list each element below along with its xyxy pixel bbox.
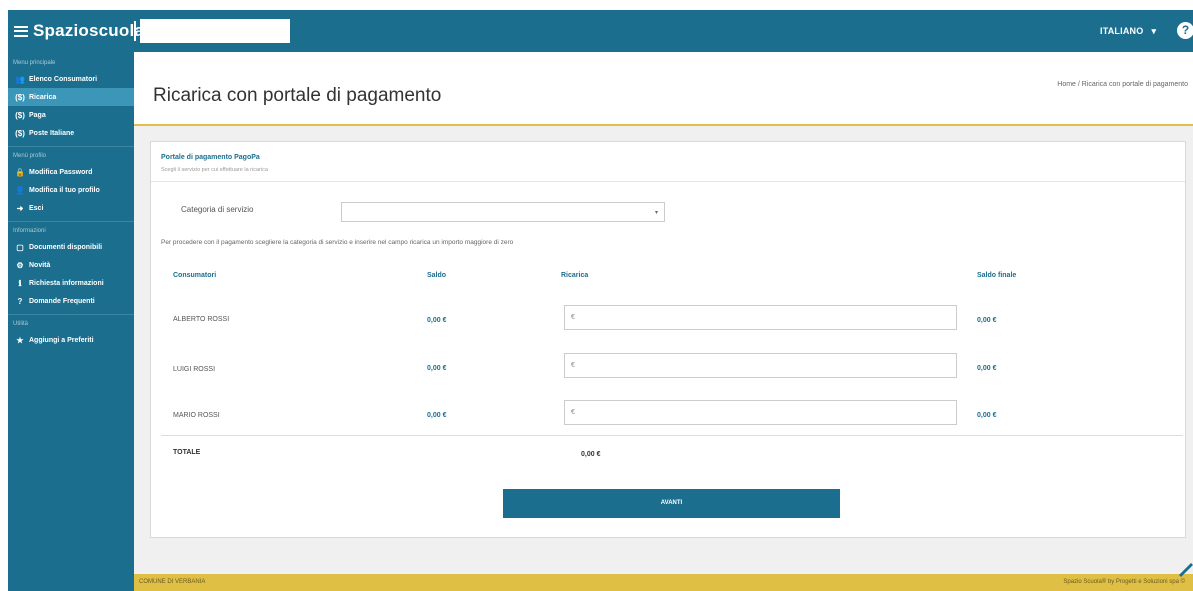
total-divider [161, 435, 1183, 436]
ricarica-input[interactable]: € [564, 305, 957, 330]
sidebar-item-label: Novità [29, 261, 51, 269]
consumer-saldo-finale: 0,00 € [977, 365, 997, 372]
caret-down-icon: ▾ [1146, 26, 1157, 36]
currency-symbol: € [571, 314, 575, 321]
language-label: ITALIANO [1100, 26, 1144, 36]
currency-symbol: € [571, 409, 575, 416]
sidebar-item-poste-italiane[interactable]: ($) Poste Italiane [8, 124, 134, 142]
column-header-saldo-finale: Saldo finale [977, 272, 1017, 279]
school-name-field[interactable] [140, 19, 290, 43]
consumer-saldo-finale: 0,00 € [977, 317, 997, 324]
payment-panel: Portale di pagamento PagoPa Scegli il se… [150, 141, 1186, 538]
top-bar: Spazioscuola ITALIANO ▾ ? [8, 10, 1193, 52]
sidebar: Menu principale 👥 Elenco Consumatori ($) R… [8, 52, 134, 591]
sidebar-item-label: Aggiungi a Preferiti [29, 336, 94, 344]
sidebar-item-ricarica[interactable]: ($) Ricarica [8, 88, 134, 106]
money-icon: ($) [15, 92, 25, 102]
column-header-ricarica: Ricarica [561, 272, 589, 279]
select-arrow-icon: ▾ [654, 210, 658, 216]
avanti-button[interactable]: AVANTI [503, 489, 840, 518]
sidebar-item-label: Richiesta informazioni [29, 279, 104, 287]
breadcrumb[interactable]: Home / Ricarica con portale di pagamento [1057, 81, 1188, 88]
app-frame: Spazioscuola ITALIANO ▾ ? Menu principal… [8, 10, 1193, 591]
sidebar-item-domande-frequenti[interactable]: ? Domande Frequenti [8, 292, 134, 310]
sidebar-section-title: Menu principale [13, 60, 56, 66]
star-icon: ★ [16, 335, 24, 345]
language-selector[interactable]: ITALIANO ▾ [1100, 26, 1156, 37]
help-icon[interactable]: ? [1177, 22, 1193, 39]
brand-name: Spazioscuola [33, 21, 145, 40]
footer-left-text: COMUNE DI VERBANIA [139, 579, 206, 585]
logout-icon: ➜ [16, 203, 24, 213]
total-value: 0,00 € [581, 451, 601, 458]
category-select[interactable]: ▾ [341, 202, 665, 222]
sidebar-item-paga[interactable]: ($) Paga [8, 106, 134, 124]
sidebar-section-title: Informazioni [13, 228, 46, 234]
user-icon: 👤 [15, 185, 25, 195]
consumer-name: LUIGI ROSSI [173, 366, 216, 373]
sidebar-item-esci[interactable]: ➜ Esci [8, 199, 134, 217]
sidebar-section-title: Menù profilo [13, 153, 47, 159]
gear-icon: ⚙ [16, 260, 24, 270]
page-title: Ricarica con portale di pagamento [153, 85, 442, 106]
total-label: TOTALE [173, 449, 201, 456]
question-icon: ? [17, 296, 23, 306]
consumer-name: MARIO ROSSI [173, 412, 220, 419]
consumer-saldo: 0,00 € [427, 365, 447, 372]
money-icon: ($) [15, 128, 25, 138]
panel-header: Portale di pagamento PagoPa Scegli il se… [151, 142, 1185, 182]
pencil-icon[interactable] [1176, 558, 1193, 578]
sidebar-divider [8, 221, 134, 222]
panel-subtitle: Scegli il servizio per cui effettuare la… [161, 167, 268, 173]
sidebar-item-elenco-consumatori[interactable]: 👥 Elenco Consumatori [8, 70, 134, 88]
column-header-saldo: Saldo [427, 272, 447, 279]
info-icon: ℹ [18, 278, 22, 288]
brand[interactable]: Spazioscuola [14, 19, 144, 43]
money-icon: ($) [15, 110, 25, 120]
users-icon: 👥 [15, 74, 25, 84]
sidebar-item-label: Elenco Consumatori [29, 75, 98, 83]
sidebar-item-aggiungi-preferiti[interactable]: ★ Aggiungi a Preferiti [8, 331, 134, 349]
sidebar-item-label: Poste Italiane [29, 129, 75, 137]
ricarica-input[interactable]: € [564, 400, 957, 425]
sidebar-section-title: Utilità [13, 321, 29, 327]
column-header-consumatori: Consumatori [173, 272, 217, 279]
consumer-saldo-finale: 0,00 € [977, 412, 997, 419]
header-divider [134, 124, 1193, 126]
sidebar-divider [8, 146, 134, 147]
sidebar-item-label: Esci [29, 204, 44, 212]
document-icon: ▢ [16, 242, 24, 252]
sidebar-item-modifica-profilo[interactable]: 👤 Modifica il tuo profilo [8, 181, 134, 199]
category-label: Categoria di servizio [181, 205, 254, 214]
sidebar-item-label: Ricarica [29, 93, 57, 101]
footer: COMUNE DI VERBANIA Spazio Scuola® by Pro… [134, 574, 1193, 591]
sidebar-item-richiesta-informazioni[interactable]: ℹ Richiesta informazioni [8, 274, 134, 292]
panel-title: Portale di pagamento PagoPa [161, 154, 260, 161]
sidebar-item-label: Documenti disponibili [29, 243, 103, 251]
sidebar-item-novita[interactable]: ⚙ Novità [8, 256, 134, 274]
sidebar-item-label: Domande Frequenti [29, 297, 95, 305]
brand-separator [134, 21, 136, 41]
sidebar-item-documenti[interactable]: ▢ Documenti disponibili [8, 238, 134, 256]
consumer-saldo: 0,00 € [427, 317, 447, 324]
sidebar-item-modifica-password[interactable]: 🔒 Modifica Password [8, 163, 134, 181]
menu-icon[interactable] [14, 25, 28, 37]
lock-icon: 🔒 [15, 167, 25, 177]
currency-symbol: € [571, 362, 575, 369]
sidebar-item-label: Paga [29, 111, 46, 119]
sidebar-item-label: Modifica Password [29, 168, 93, 176]
instruction-text: Per procedere con il pagamento scegliere… [161, 239, 514, 246]
sidebar-item-label: Modifica il tuo profilo [29, 186, 100, 194]
sidebar-divider [8, 314, 134, 315]
consumer-saldo: 0,00 € [427, 412, 447, 419]
consumer-name: ALBERTO ROSSI [173, 316, 230, 323]
ricarica-input[interactable]: € [564, 353, 957, 378]
footer-right-text[interactable]: Spazio Scuola® by Progetti e Soluzioni s… [1063, 579, 1185, 585]
